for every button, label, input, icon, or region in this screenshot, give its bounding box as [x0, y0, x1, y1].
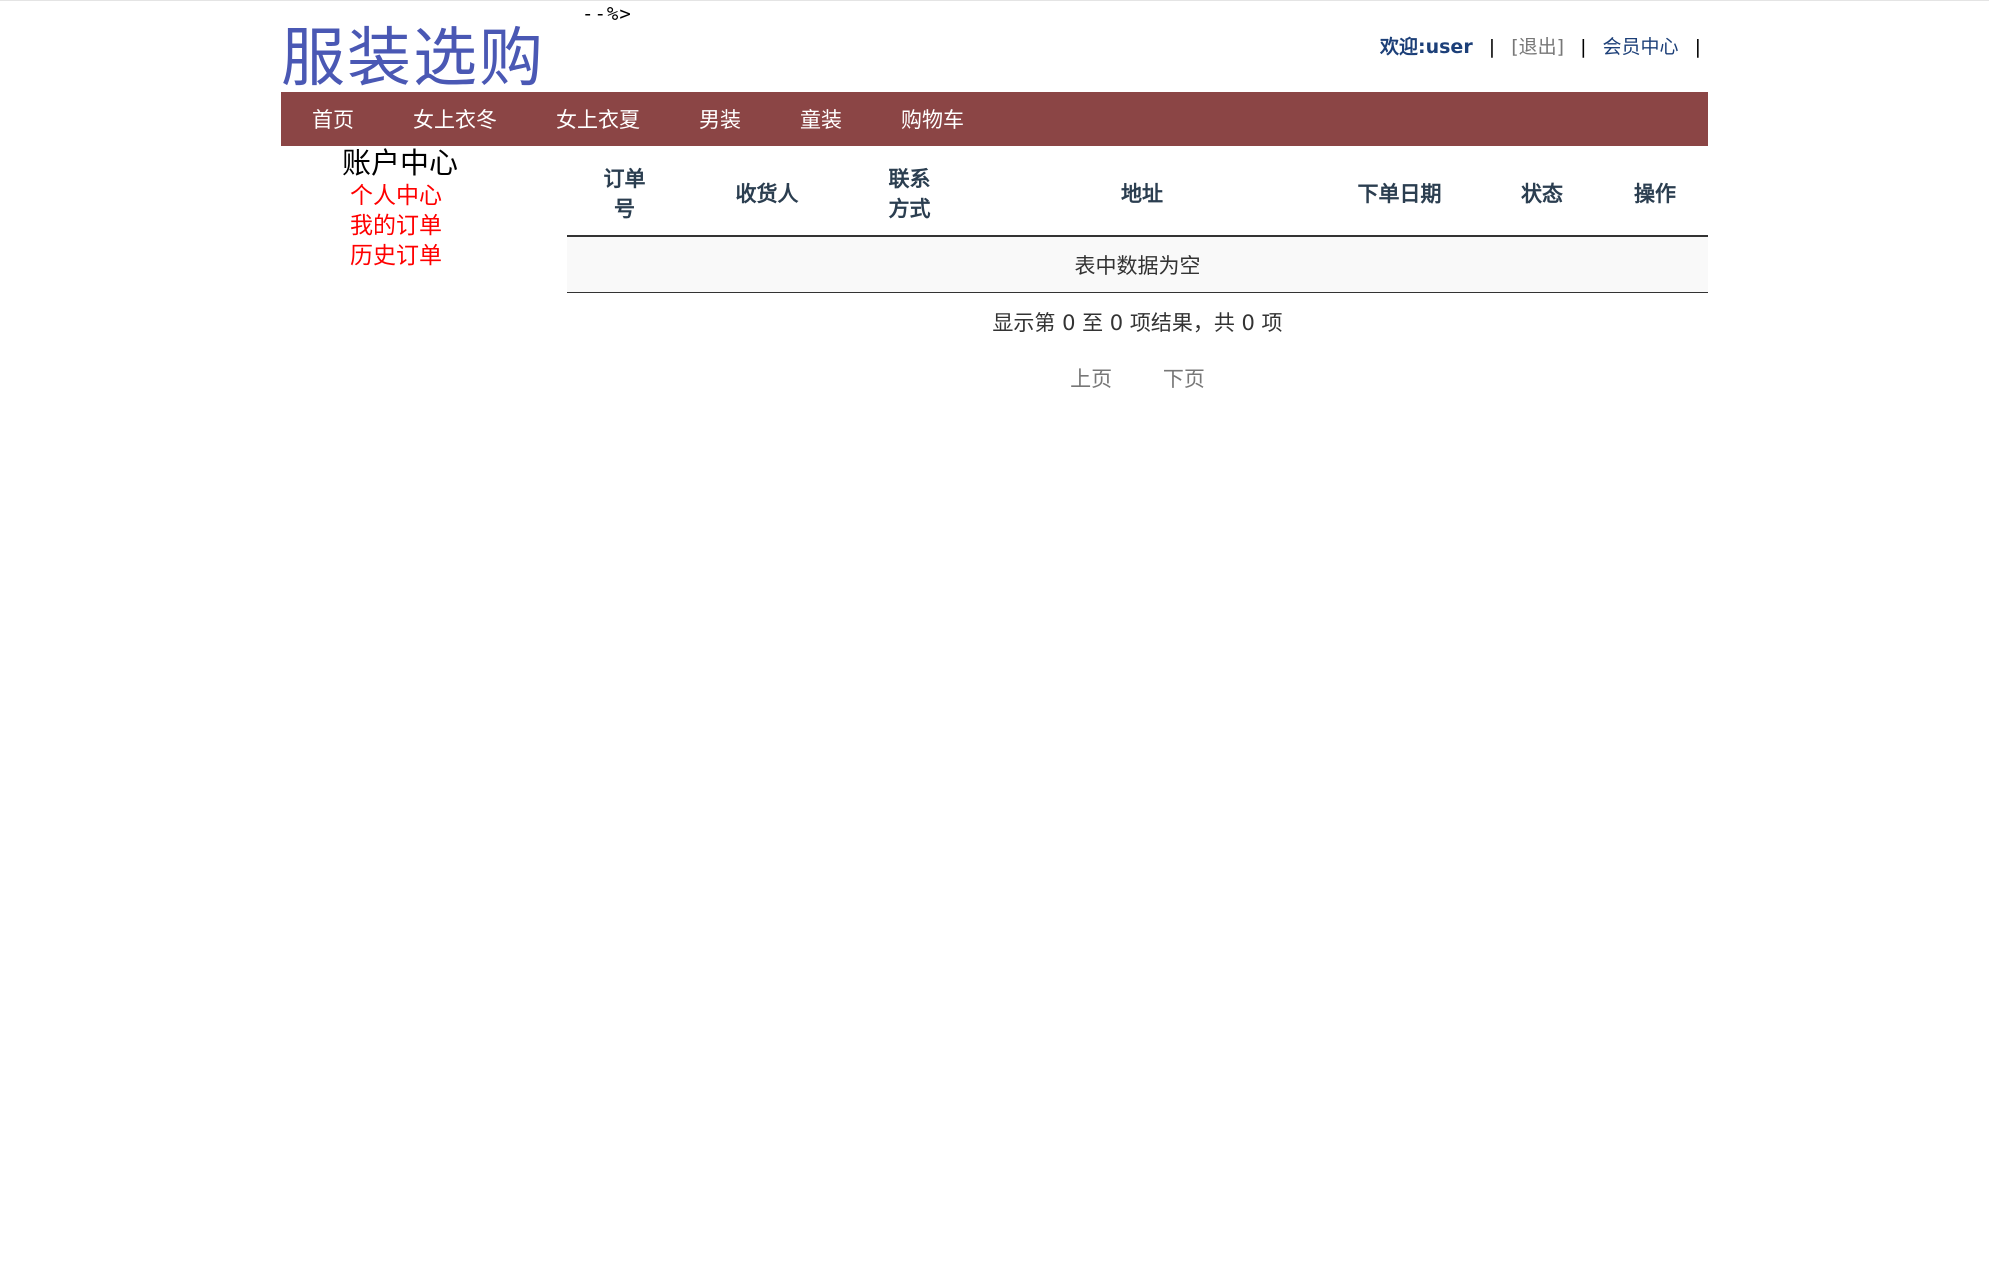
separator: | — [1488, 36, 1496, 58]
table-header-row: 订单 号 收货人 联系 方式 地址 下单日期 状态 操作 — [567, 153, 1708, 237]
welcome-text: 欢迎:user — [1380, 36, 1473, 58]
logout-link[interactable]: [退出] — [1511, 36, 1564, 58]
column-header-actions[interactable]: 操作 — [1602, 153, 1708, 237]
column-header-line: 状态 — [1521, 182, 1563, 206]
main-navbar: 首页 女上衣冬 女上衣夏 男装 童装 购物车 — [281, 92, 1708, 146]
account-sidebar: 账户中心 个人中心 我的订单 历史订单 — [342, 145, 542, 271]
separator: | — [1694, 36, 1701, 58]
nav-item-women-summer[interactable]: 女上衣夏 — [556, 104, 640, 134]
prev-page-button[interactable]: 上页 — [1070, 367, 1112, 391]
sidebar-title: 账户中心 — [342, 146, 459, 180]
column-header-line: 操作 — [1634, 182, 1676, 206]
column-header-address[interactable]: 地址 — [967, 153, 1317, 237]
table-info: 显示第 0 至 0 项结果，共 0 项 — [992, 311, 1283, 335]
user-bar: 欢迎:user | [退出] | 会员中心 | — [1380, 35, 1710, 59]
sidebar-link-profile[interactable]: 个人中心 — [350, 181, 542, 211]
column-header-line: 联系 — [888, 167, 931, 191]
column-header-contact[interactable]: 联系 方式 — [852, 153, 967, 237]
nav-item-kids[interactable]: 童装 — [800, 104, 842, 134]
stray-text: --%> — [582, 3, 632, 25]
pagination: 上页 下页 — [567, 363, 1708, 393]
nav-item-cart[interactable]: 购物车 — [901, 104, 964, 134]
member-center-link[interactable]: 会员中心 — [1603, 36, 1679, 58]
column-header-line: 方式 — [888, 197, 931, 221]
nav-item-men[interactable]: 男装 — [699, 104, 741, 134]
nav-item-home[interactable]: 首页 — [312, 104, 354, 134]
column-header-recipient[interactable]: 收货人 — [682, 153, 852, 237]
column-header-line: 地址 — [1121, 182, 1163, 206]
site-logo[interactable]: 服装选购 — [281, 23, 545, 95]
table-row: 表中数据为空 — [567, 236, 1708, 293]
nav-item-women-winter[interactable]: 女上衣冬 — [413, 104, 497, 134]
sidebar-link-my-orders[interactable]: 我的订单 — [350, 211, 542, 241]
empty-table-message: 表中数据为空 — [567, 236, 1708, 293]
orders-table: 订单 号 收货人 联系 方式 地址 下单日期 状态 操作 表中数据为空 — [567, 153, 1708, 293]
column-header-order-number[interactable]: 订单 号 — [567, 153, 682, 237]
column-header-line: 收货人 — [735, 182, 799, 206]
column-header-line: 号 — [614, 197, 635, 221]
column-header-line: 下单日期 — [1357, 182, 1442, 206]
page: --%> 服装选购 欢迎:user | [退出] | 会员中心 | 首页 女上衣… — [0, 0, 1989, 1264]
sidebar-link-order-history[interactable]: 历史订单 — [350, 241, 542, 271]
separator: | — [1580, 36, 1587, 58]
column-header-line: 订单 — [603, 167, 646, 191]
next-page-button[interactable]: 下页 — [1163, 367, 1205, 391]
column-header-status[interactable]: 状态 — [1482, 153, 1602, 237]
column-header-order-date[interactable]: 下单日期 — [1317, 153, 1482, 237]
